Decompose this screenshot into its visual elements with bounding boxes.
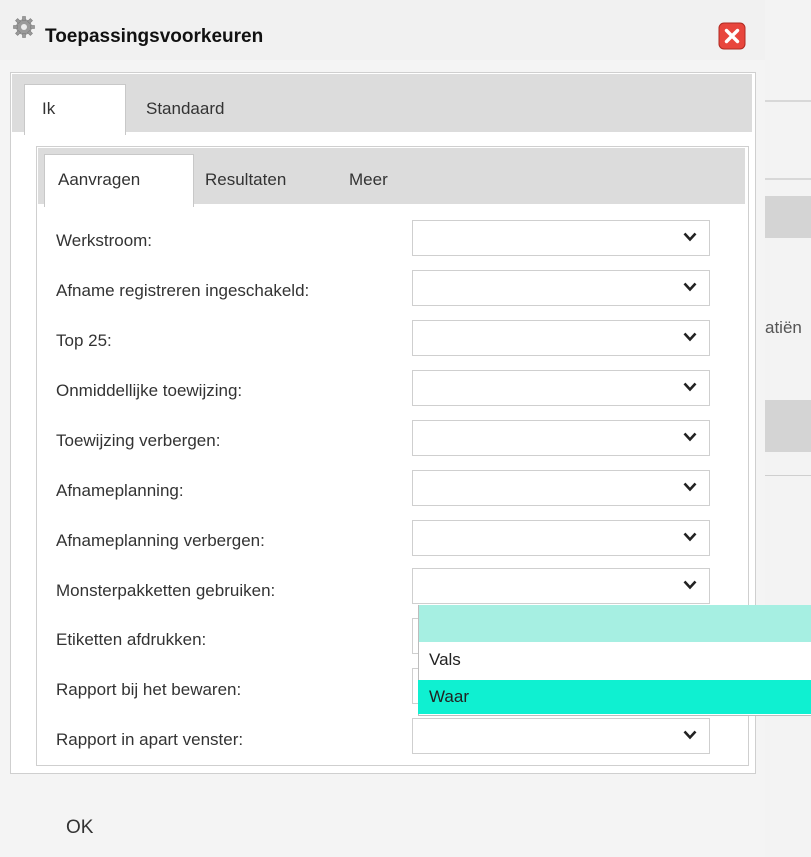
field-label: Monsterpakketten gebruiken: [56,581,276,600]
afnameplanning-verbergen-select[interactable] [412,520,710,556]
background-bar [765,400,811,452]
chevron-down-icon [683,532,697,542]
tab-aanvragen-label[interactable]: Aanvragen [58,170,140,190]
top25-select[interactable] [412,320,710,356]
background-divider [765,100,811,102]
field-label: Onmiddellijke toewijzing: [56,381,243,400]
field-label: Afname registreren ingeschakeld: [56,281,310,300]
dropdown-option-empty[interactable] [419,605,811,642]
tab-resultaten[interactable]: Resultaten [205,170,286,190]
rapport-apart-venster-select[interactable] [412,718,710,754]
field-label: Afnameplanning verbergen: [56,531,265,550]
field-label: Toewijzing verbergen: [56,431,221,450]
background-partial-text: atiën [765,318,802,337]
chevron-down-icon [683,382,697,392]
afname-registreren-select[interactable] [412,270,710,306]
chevron-down-icon [683,730,697,740]
onmiddellijke-toewijzing-select[interactable] [412,370,710,406]
field-label: Rapport in apart venster: [56,730,244,749]
field-label: Etiketten afdrukken: [56,630,207,649]
toewijzing-verbergen-select[interactable] [412,420,710,456]
dialog-title: Toepassingsvoorkeuren [45,26,264,47]
field-label: Rapport bij het bewaren: [56,680,242,699]
tab-standaard[interactable]: Standaard [146,99,224,119]
close-icon[interactable] [718,22,746,50]
chevron-down-icon [683,282,697,292]
dropdown-option-waar[interactable]: Waar [418,680,811,714]
field-label: Werkstroom: [56,231,153,250]
werkstroom-select[interactable] [412,220,710,256]
tab-meer[interactable]: Meer [349,170,388,190]
field-label: Afnameplanning: [56,481,184,500]
tab-ik[interactable] [24,84,126,135]
background-bar [765,196,811,238]
chevron-down-icon [683,432,697,442]
background-divider [765,475,811,476]
ok-button[interactable]: OK [66,817,93,839]
dropdown-option-vals[interactable]: Vals [418,643,811,677]
preferences-dialog: Toepassingsvoorkeuren Ik Standaard Aanvr… [0,0,765,857]
background-divider [765,178,811,180]
field-label: Top 25: [56,331,112,350]
monsterpakketten-select[interactable] [412,568,710,604]
gear-icon [12,15,36,39]
chevron-down-icon [683,580,697,590]
chevron-down-icon [683,232,697,242]
chevron-down-icon [683,482,697,492]
chevron-down-icon [683,332,697,342]
afnameplanning-select[interactable] [412,470,710,506]
tab-ik-label[interactable]: Ik [42,99,55,119]
